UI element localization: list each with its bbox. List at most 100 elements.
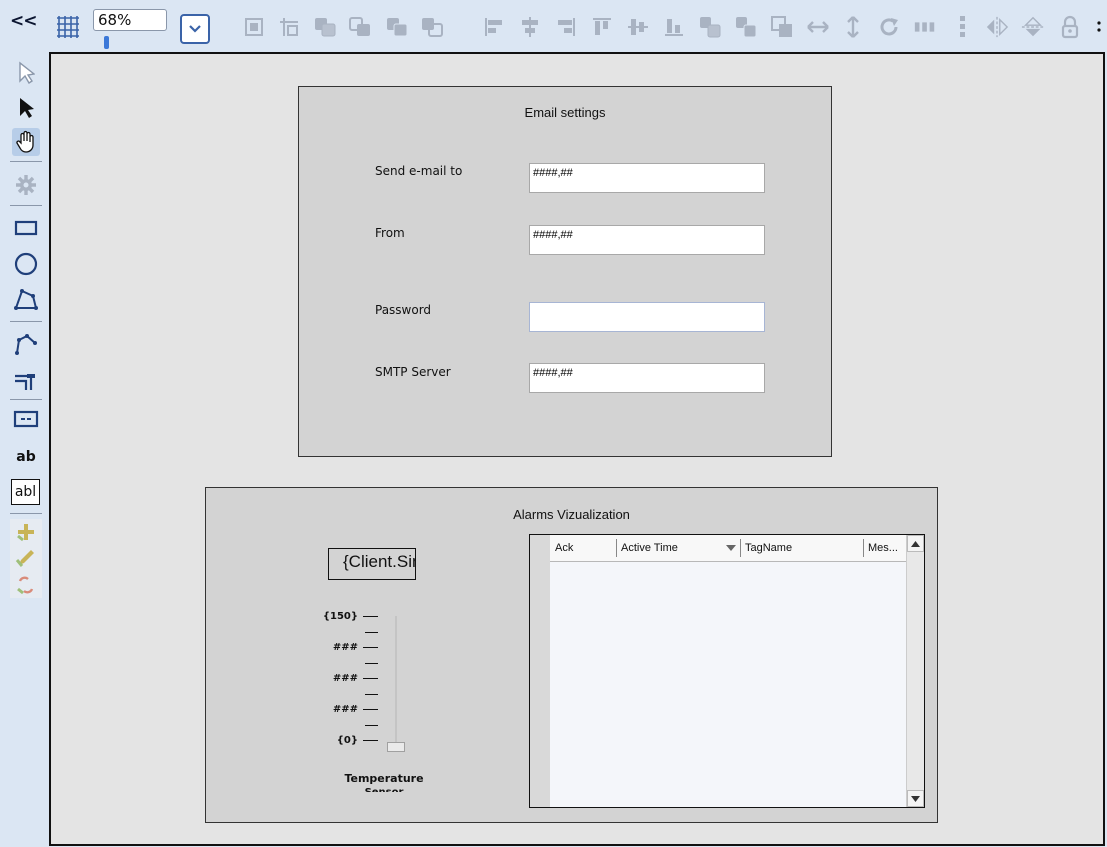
email-settings-panel[interactable]: Email settings Send e-mail to ####,## Fr… bbox=[298, 86, 832, 457]
from-field[interactable]: ####,## bbox=[529, 225, 765, 255]
row-header-strip bbox=[530, 535, 550, 807]
grid-body[interactable] bbox=[550, 562, 906, 807]
send-to-back-icon[interactable] bbox=[420, 15, 444, 39]
major-tick bbox=[363, 709, 378, 710]
column-divider[interactable] bbox=[863, 539, 864, 557]
panel-title: Alarms Vizualization bbox=[513, 507, 630, 522]
column-header-message[interactable]: Mes... bbox=[868, 542, 898, 554]
grid-icon[interactable] bbox=[55, 14, 81, 40]
edit-symbol-icon[interactable] bbox=[15, 548, 37, 568]
gauge-subtitle: Sensor bbox=[324, 787, 444, 792]
gauge-thumb[interactable] bbox=[387, 742, 405, 752]
group-icon[interactable] bbox=[277, 15, 301, 39]
distribute-horizontal-icon[interactable] bbox=[913, 15, 937, 39]
minor-tick bbox=[365, 725, 378, 726]
send-to-label: Send e-mail to bbox=[375, 164, 463, 178]
design-canvas[interactable]: Email settings Send e-mail to ####,## Fr… bbox=[49, 52, 1105, 846]
vertical-scrollbar[interactable] bbox=[906, 535, 924, 807]
gear-icon bbox=[16, 175, 36, 195]
column-header-tagname[interactable]: TagName bbox=[745, 542, 792, 554]
same-height-icon[interactable] bbox=[734, 15, 758, 39]
textbox-tool[interactable]: abl bbox=[11, 479, 40, 505]
gauge-min-label: {0} bbox=[336, 735, 358, 746]
rectangle-icon bbox=[14, 220, 38, 236]
distribute-vertical-icon[interactable] bbox=[950, 15, 974, 39]
major-tick bbox=[363, 647, 378, 648]
pointer-hollow-tool[interactable] bbox=[12, 59, 40, 87]
align-bottom-icon[interactable] bbox=[662, 15, 686, 39]
space-vertical-icon[interactable] bbox=[841, 15, 865, 39]
alarm-grid[interactable]: Ack Active Time TagName Mes... bbox=[529, 534, 925, 808]
gauge-max-label: {150} bbox=[322, 611, 358, 622]
space-horizontal-icon[interactable] bbox=[806, 15, 830, 39]
align-top-icon[interactable] bbox=[590, 15, 614, 39]
column-divider[interactable] bbox=[616, 539, 617, 557]
same-size-icon[interactable] bbox=[770, 15, 794, 39]
minor-tick bbox=[365, 663, 378, 664]
rotate-icon[interactable] bbox=[877, 15, 901, 39]
column-header-ack[interactable]: Ack bbox=[555, 542, 573, 554]
smtp-server-field[interactable]: ####,## bbox=[529, 363, 765, 393]
designer-window: << 68% ab abl Email settings Send e-mail… bbox=[0, 0, 1107, 847]
major-tick bbox=[363, 740, 378, 741]
column-divider[interactable] bbox=[740, 539, 741, 557]
lock-icon[interactable] bbox=[1058, 15, 1082, 39]
pointer-tool[interactable] bbox=[12, 94, 40, 122]
alarms-panel[interactable]: Alarms Vizualization {Client.Sim {150} #… bbox=[205, 487, 938, 823]
same-width-icon[interactable] bbox=[698, 15, 722, 39]
arrow-icon bbox=[20, 98, 34, 118]
send-backward-icon[interactable] bbox=[385, 15, 409, 39]
overflow-menu-icon[interactable] bbox=[1094, 15, 1104, 39]
panel-title: Email settings bbox=[524, 105, 606, 120]
size-to-fit-icon[interactable] bbox=[242, 15, 266, 39]
scroll-up-button[interactable] bbox=[907, 535, 924, 552]
from-label: From bbox=[375, 226, 405, 240]
scroll-down-button[interactable] bbox=[907, 790, 924, 807]
button-icon bbox=[13, 410, 39, 428]
gauge-tick-label: ### bbox=[332, 704, 358, 715]
top-toolbar: << 68% bbox=[0, 0, 1107, 52]
pipe-tool[interactable] bbox=[12, 367, 40, 395]
column-header-active-time[interactable]: Active Time bbox=[621, 542, 678, 554]
left-toolbox: ab abl bbox=[0, 52, 46, 847]
settings-tool[interactable] bbox=[12, 171, 40, 199]
password-field[interactable] bbox=[529, 302, 765, 332]
ellipse-tool[interactable] bbox=[12, 250, 40, 278]
polyline-tool[interactable] bbox=[12, 330, 40, 358]
chevron-down-icon bbox=[189, 25, 201, 33]
pipe-icon bbox=[15, 374, 35, 390]
break-symbol-icon[interactable] bbox=[15, 575, 37, 595]
bring-forward-icon[interactable] bbox=[348, 15, 372, 39]
rectangle-tool[interactable] bbox=[12, 214, 40, 242]
hand-icon bbox=[16, 130, 34, 153]
password-label: Password bbox=[375, 303, 432, 317]
align-middle-icon[interactable] bbox=[626, 15, 650, 39]
bring-to-front-icon[interactable] bbox=[313, 15, 337, 39]
text-tool[interactable]: ab bbox=[12, 443, 40, 471]
minor-tick bbox=[365, 694, 378, 695]
gauge-title: Temperature bbox=[344, 772, 424, 785]
zoom-input[interactable]: 68% bbox=[93, 9, 167, 31]
major-tick bbox=[363, 678, 378, 679]
gauge-tick-label: ### bbox=[332, 642, 358, 653]
polygon-icon bbox=[14, 289, 38, 310]
align-left-icon[interactable] bbox=[482, 15, 506, 39]
pan-tool[interactable] bbox=[12, 128, 40, 156]
client-text-display[interactable]: {Client.Sim bbox=[328, 548, 416, 580]
polygon-tool[interactable] bbox=[12, 286, 40, 314]
align-right-icon[interactable] bbox=[554, 15, 578, 39]
collapse-button[interactable]: << bbox=[10, 11, 37, 31]
caret-up-icon bbox=[911, 540, 920, 547]
send-to-field[interactable]: ####,## bbox=[529, 163, 765, 193]
circle-icon bbox=[14, 252, 38, 276]
sort-descending-icon bbox=[726, 545, 736, 551]
align-center-icon[interactable] bbox=[518, 15, 542, 39]
add-symbol-icon[interactable] bbox=[15, 522, 37, 542]
zoom-slider-thumb[interactable] bbox=[104, 36, 109, 49]
zoom-dropdown-button[interactable] bbox=[180, 14, 210, 44]
flip-horizontal-icon[interactable] bbox=[985, 15, 1009, 39]
hollow-arrow-icon bbox=[19, 61, 35, 84]
button-tool[interactable] bbox=[12, 405, 40, 433]
polyline-icon bbox=[15, 334, 37, 355]
flip-vertical-icon[interactable] bbox=[1021, 15, 1045, 39]
